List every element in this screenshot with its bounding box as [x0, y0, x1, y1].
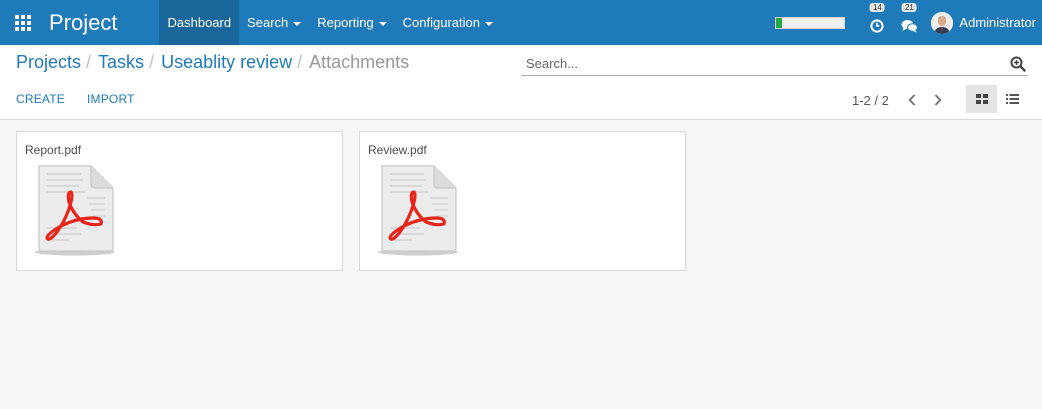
- attachment-name: Report.pdf: [25, 143, 82, 157]
- menu-label: Configuration: [402, 15, 480, 30]
- grid-icon: [14, 14, 31, 31]
- pager: 1-2 / 2: [852, 91, 955, 109]
- menu-label: Dashboard: [167, 15, 232, 30]
- main-navbar: Project Dashboard Search Reporting Confi…: [0, 0, 1042, 45]
- breadcrumb-task[interactable]: Useablity review: [161, 52, 292, 73]
- progress-bar: [775, 16, 846, 29]
- kanban-grid-icon: [975, 94, 988, 104]
- pdf-file-icon: [33, 162, 117, 262]
- attachment-name: Review.pdf: [368, 143, 427, 157]
- chevron-left-icon: [908, 94, 916, 106]
- user-name: Administrator: [959, 15, 1036, 30]
- caret-down-icon: [293, 21, 302, 26]
- kanban-view-button[interactable]: [966, 85, 997, 113]
- messages-button[interactable]: 21: [893, 0, 925, 45]
- menu-reporting[interactable]: Reporting: [309, 0, 394, 45]
- apps-menu-button[interactable]: [0, 0, 45, 45]
- activities-count-badge: 14: [869, 3, 885, 12]
- attachment-card[interactable]: Report.pdf: [16, 131, 343, 271]
- import-button[interactable]: IMPORT: [87, 92, 135, 106]
- breadcrumb-projects[interactable]: Projects: [16, 52, 81, 73]
- messages-count-badge: 21: [901, 3, 917, 12]
- caret-down-icon: [485, 21, 493, 26]
- systray: 14 21 Administrator: [775, 0, 1042, 45]
- search-icon[interactable]: [1010, 56, 1026, 77]
- breadcrumb-separator: /: [149, 52, 155, 72]
- progress-bar-fill: [776, 17, 782, 28]
- list-view-button[interactable]: [997, 85, 1028, 113]
- pager-next-button[interactable]: [929, 91, 947, 109]
- pager-previous-button[interactable]: [903, 91, 921, 109]
- avatar: [931, 11, 954, 34]
- top-menu: Dashboard Search Reporting Configuration: [159, 0, 501, 45]
- breadcrumb-separator: /: [297, 52, 303, 72]
- menu-configuration[interactable]: Configuration: [395, 0, 501, 45]
- user-menu-button[interactable]: Administrator: [925, 0, 1042, 45]
- menu-search[interactable]: Search: [239, 0, 309, 45]
- caret-down-icon: [378, 21, 387, 26]
- menu-dashboard[interactable]: Dashboard: [159, 0, 240, 45]
- breadcrumb-current: Attachments: [309, 52, 410, 72]
- control-panel-buttons: CREATE IMPORT: [16, 92, 157, 106]
- menu-label: Search: [247, 15, 289, 30]
- search-input[interactable]: [521, 56, 991, 71]
- app-title: Project: [49, 10, 118, 35]
- search-bar: [521, 52, 1028, 76]
- clock-icon: [870, 19, 885, 33]
- menu-label: Reporting: [317, 15, 374, 30]
- chat-bubbles-icon: [901, 20, 918, 33]
- pdf-file-icon: [376, 162, 460, 262]
- breadcrumb-tasks[interactable]: Tasks: [98, 52, 144, 73]
- list-icon: [1006, 94, 1019, 104]
- activities-button[interactable]: 14: [861, 0, 893, 45]
- view-switcher: [966, 85, 1028, 113]
- user-photo-icon: [931, 11, 954, 34]
- create-button[interactable]: CREATE: [16, 92, 65, 106]
- breadcrumb-separator: /: [86, 52, 92, 72]
- control-panel: Projects / Tasks / Useablity review / At…: [0, 45, 1042, 120]
- kanban-view: Report.pdf Review.pdf: [16, 131, 702, 271]
- breadcrumb: Projects / Tasks / Useablity review / At…: [16, 52, 409, 73]
- attachment-card[interactable]: Review.pdf: [359, 131, 686, 271]
- chevron-right-icon: [934, 94, 942, 106]
- pager-value[interactable]: 1-2 / 2: [852, 93, 889, 108]
